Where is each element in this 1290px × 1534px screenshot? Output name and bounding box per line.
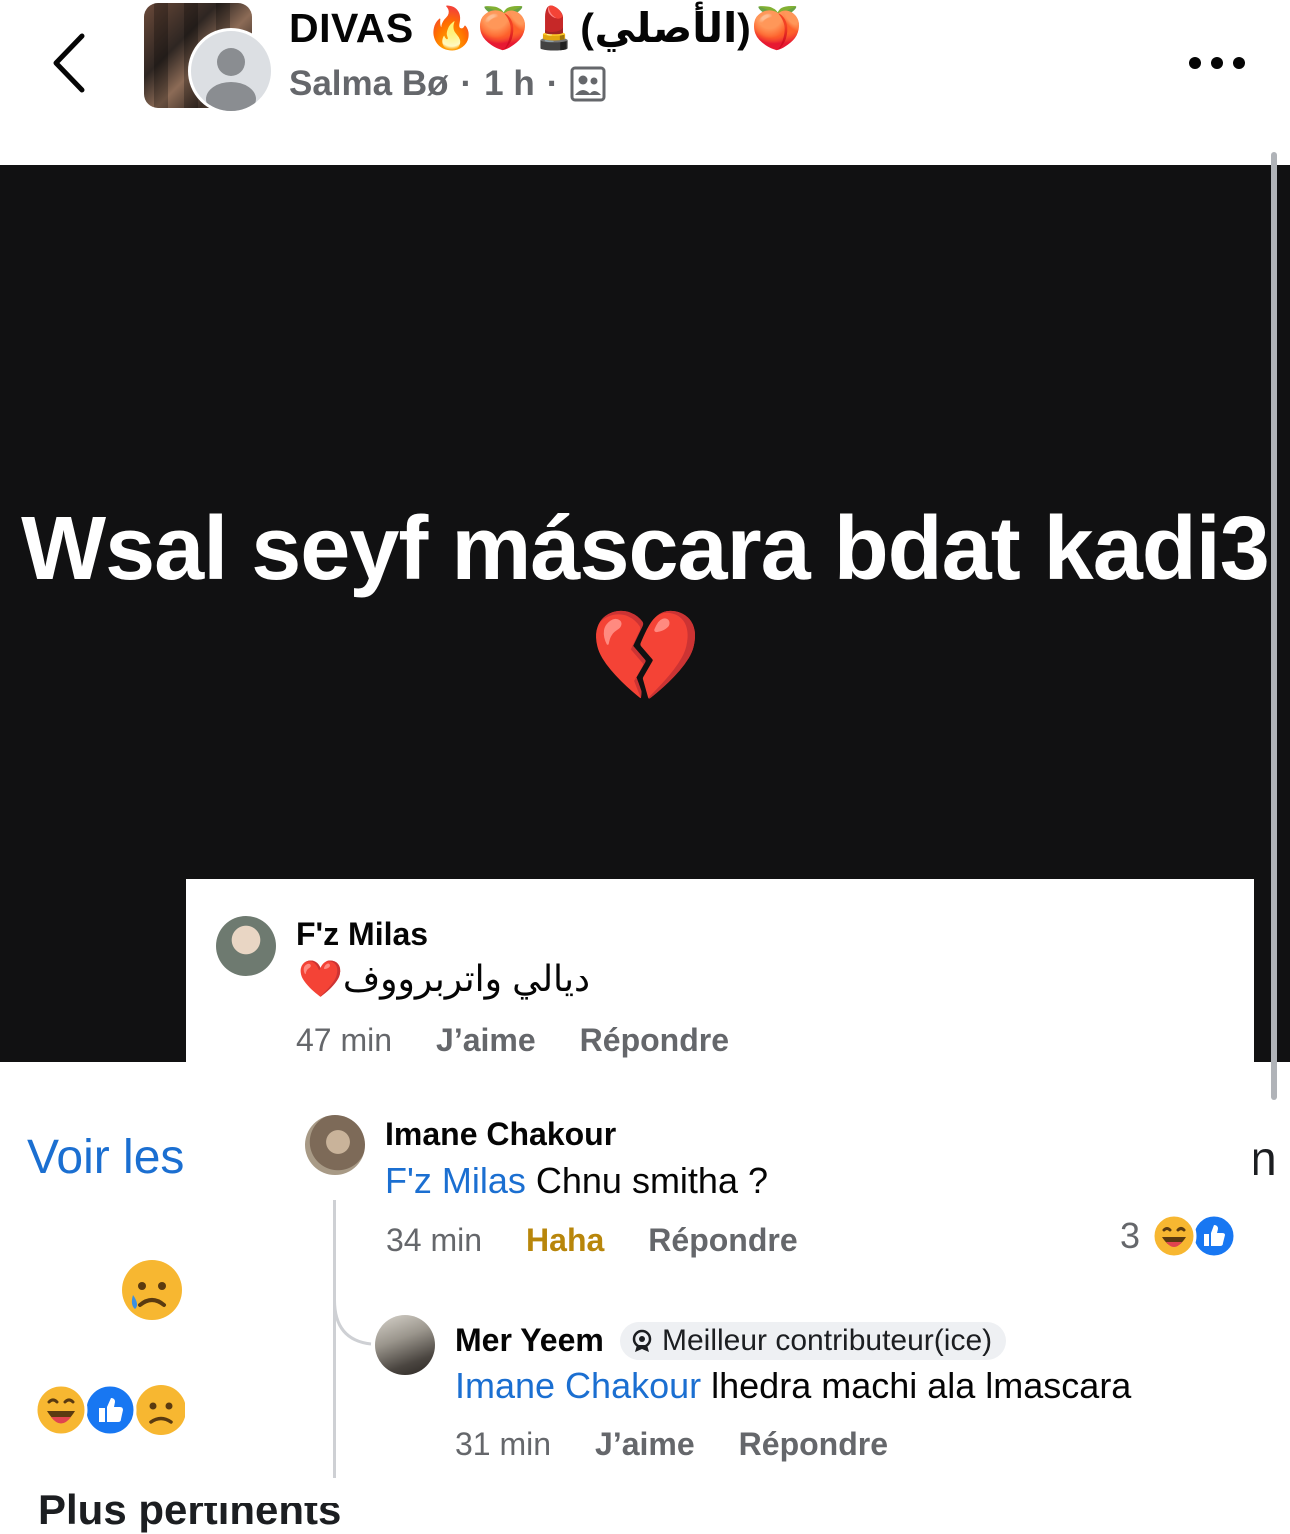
comment-time[interactable]: 47 min: [296, 1022, 392, 1059]
author-avatar[interactable]: [188, 28, 274, 114]
comment-actions: 47 min J’aime Répondre: [296, 1022, 773, 1059]
comment-body: lhedra machi ala lmascara: [701, 1365, 1132, 1406]
reactions-summary[interactable]: [34, 1383, 186, 1437]
comment-reactions[interactable]: [1152, 1214, 1236, 1258]
like-button[interactable]: J’aime: [436, 1022, 536, 1059]
meta-separator: ·: [546, 64, 559, 103]
post-header: DIVAS 🔥🍑💄(الأصلي)🍑 Salma Bø · 1 h ·: [0, 0, 1290, 165]
haha-reaction-button[interactable]: Haha: [526, 1222, 604, 1259]
comment-author[interactable]: F'z Milas: [296, 916, 428, 953]
back-chevron-icon[interactable]: [40, 28, 100, 98]
scrollbar[interactable]: [1271, 152, 1277, 1100]
comment-text: F'z Milas Chnu smitha ?: [385, 1160, 768, 1202]
commenter-avatar[interactable]: [375, 1315, 435, 1375]
reply-button[interactable]: Répondre: [580, 1022, 729, 1059]
background-text-fragment: n: [1250, 1133, 1277, 1186]
mention-link[interactable]: Imane Chakour: [455, 1365, 701, 1406]
comment-body: Chnu smitha ?: [525, 1160, 768, 1201]
thread-connector-curve: [333, 1300, 372, 1346]
comment-actions: 31 min J’aime Répondre: [455, 1426, 932, 1463]
comment-author[interactable]: Imane Chakour: [385, 1116, 616, 1153]
commenter-avatar[interactable]: [216, 916, 276, 976]
top-contributor-badge-icon: [632, 1329, 652, 1352]
badge-label: Meilleur contributeur(ice): [662, 1324, 993, 1357]
more-options-icon[interactable]: [1186, 52, 1248, 74]
comment-text: ديالي واتربرووف❤️: [298, 958, 591, 999]
author-name[interactable]: Salma Bø: [289, 64, 449, 104]
members-icon: [570, 66, 606, 102]
comment-time[interactable]: 31 min: [455, 1426, 551, 1463]
meta-separator: ·: [460, 64, 473, 103]
top-contributor-badge[interactable]: Meilleur contributeur(ice): [620, 1322, 1007, 1360]
reaction-count[interactable]: 3: [1120, 1215, 1140, 1257]
comment-actions: 34 min Haha Répondre: [386, 1222, 842, 1259]
sad-reaction-icon: [121, 1259, 183, 1321]
post-time[interactable]: 1 h: [484, 64, 535, 104]
see-more-link[interactable]: Voir les: [27, 1130, 184, 1185]
comment-text: Imane Chakour lhedra machi ala lmascara: [455, 1365, 1131, 1407]
reply-button[interactable]: Répondre: [739, 1426, 888, 1463]
comment-time[interactable]: 34 min: [386, 1222, 482, 1259]
commenter-avatar[interactable]: [305, 1115, 365, 1175]
reply-button[interactable]: Répondre: [648, 1222, 797, 1259]
group-name[interactable]: DIVAS 🔥🍑💄(الأصلي)🍑: [289, 4, 803, 53]
post-meta: Salma Bø · 1 h ·: [289, 64, 606, 104]
mention-link[interactable]: F'z Milas: [385, 1160, 526, 1201]
like-button[interactable]: J’aime: [595, 1426, 695, 1463]
post-text: Wsal seyf máscara bdat kadi3 💔: [21, 499, 1270, 707]
comment-author[interactable]: Mer Yeem: [455, 1322, 604, 1359]
